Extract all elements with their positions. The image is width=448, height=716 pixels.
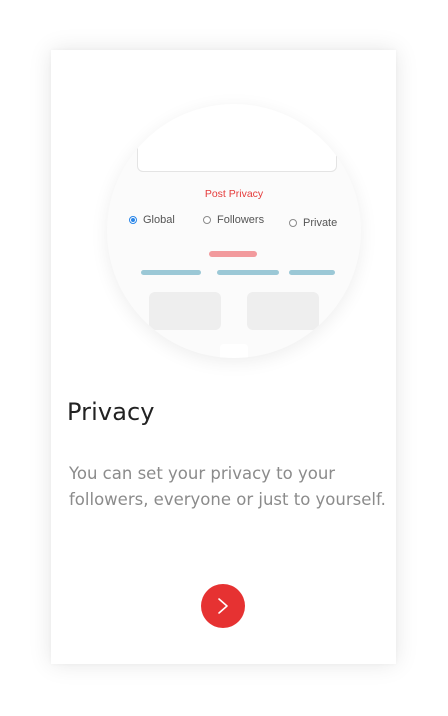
chevron-right-icon [218, 598, 228, 614]
next-button[interactable] [201, 584, 245, 628]
mock-stem [220, 344, 248, 358]
page-description: You can set your privacy to your followe… [69, 464, 386, 509]
radio-label-global: Global [143, 214, 175, 226]
radio-checked-icon [129, 216, 137, 224]
mock-blue-bar [289, 270, 335, 275]
mock-blue-bar [141, 270, 201, 275]
mock-pink-bar [209, 251, 257, 257]
mock-tile [247, 292, 319, 330]
mock-tile [149, 292, 221, 330]
radio-option-private: Private [289, 217, 337, 229]
radio-label-followers: Followers [217, 214, 265, 226]
radio-unchecked-icon [203, 216, 211, 224]
radio-unchecked-icon [289, 219, 297, 227]
radio-option-global: Global [129, 214, 175, 226]
post-privacy-label: Post Privacy [204, 188, 264, 200]
radio-option-followers: Followers [203, 214, 264, 226]
mock-content-box [137, 104, 337, 172]
page-title: Privacy [67, 398, 155, 426]
privacy-illustration: Post Privacy Global Followers Private [107, 104, 361, 358]
radio-label-private: Private [303, 217, 338, 229]
onboarding-card: Post Privacy Global Followers Private Pr… [51, 50, 396, 664]
mock-blue-bar [217, 270, 279, 275]
